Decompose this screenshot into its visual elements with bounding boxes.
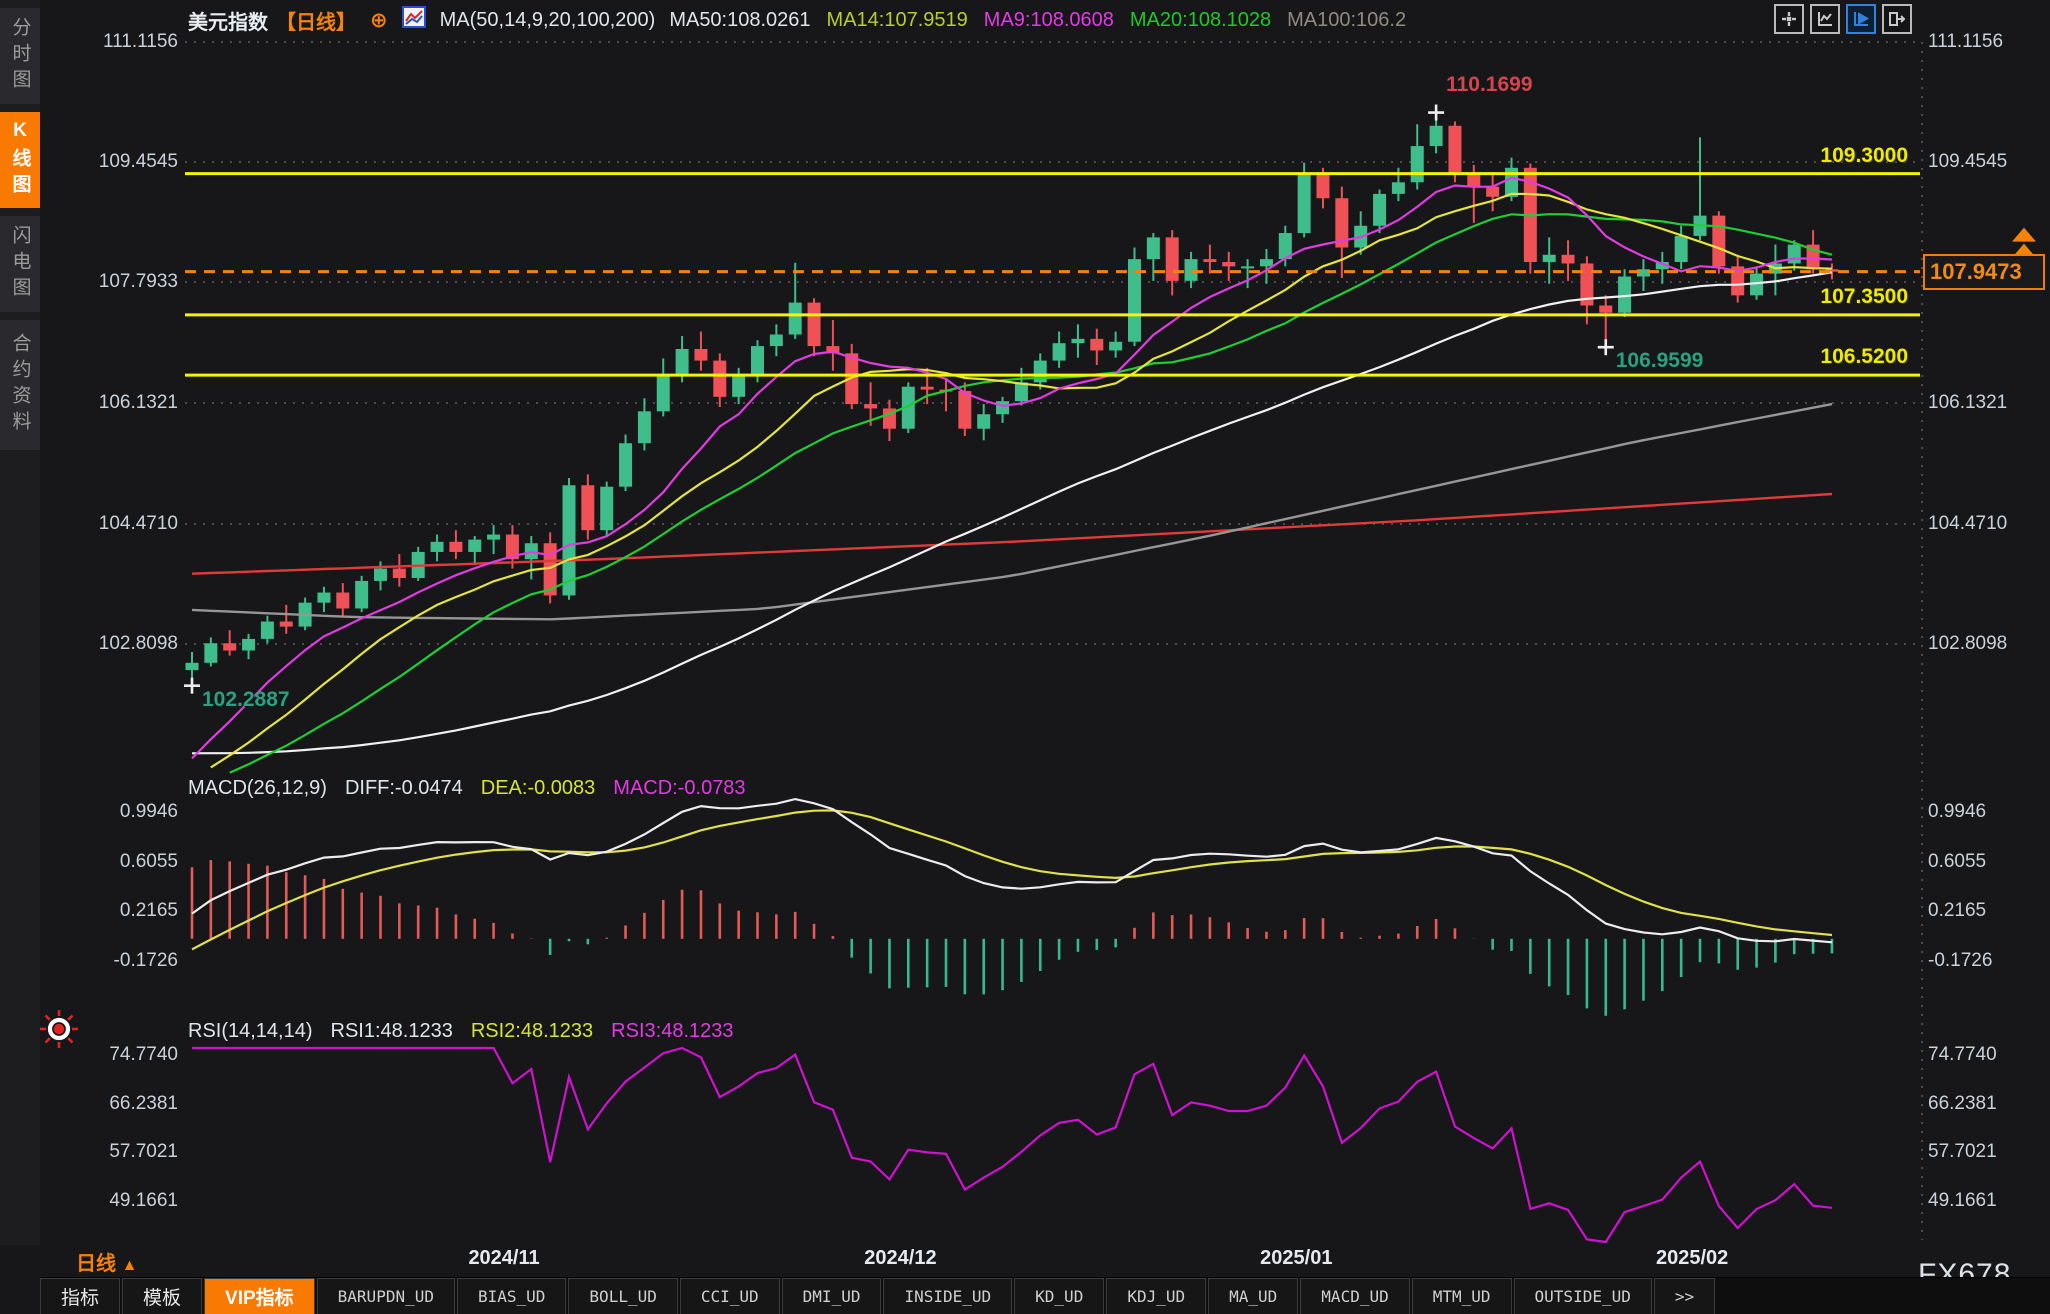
extreme-cross-marker bbox=[184, 678, 200, 694]
period-selector[interactable]: 日线 ▲ bbox=[76, 1247, 137, 1276]
current-price-box: 107.9473 bbox=[1923, 254, 2045, 290]
toolbar-button-1[interactable]: 指标 bbox=[40, 1278, 120, 1314]
macd-values-1: DIFF:-0.0474 bbox=[345, 777, 463, 800]
rsi-values-2: RSI2:48.1233 bbox=[471, 1020, 593, 1043]
period-selector-label: 日线 bbox=[76, 1253, 116, 1275]
macd-title: MACD(26,12,9) bbox=[188, 777, 327, 800]
record-marker-icon[interactable] bbox=[38, 1008, 80, 1050]
macd-values: DIFF:-0.0474 DEA:-0.0083 MACD:-0.0783 bbox=[345, 777, 746, 800]
toolbar-button-12[interactable]: MA_UD bbox=[1208, 1278, 1298, 1314]
macd-values-2: DEA:-0.0083 bbox=[481, 777, 596, 800]
toolbar-button-7[interactable]: CCI_UD bbox=[680, 1278, 780, 1314]
current-price-value: 107.9473 bbox=[1930, 259, 2022, 285]
toolbar-button-5[interactable]: BIAS_UD bbox=[457, 1278, 566, 1314]
app-window: 分时图K线图闪电图合约资料 美元指数 【日线】 ⊕ MA(50,14,9,20,… bbox=[0, 0, 2050, 1314]
toolbar-button-9[interactable]: INSIDE_UD bbox=[883, 1278, 1012, 1314]
toolbar-button-3[interactable]: VIP指标 bbox=[204, 1278, 315, 1314]
rsi-values: RSI1:48.1233 RSI2:48.1233 RSI3:48.1233 bbox=[331, 1020, 734, 1043]
rsi-header: RSI(14,14,14) RSI1:48.1233RSI2:48.1233RS… bbox=[188, 1020, 734, 1043]
ma200-line bbox=[192, 494, 1832, 574]
candles-layer bbox=[186, 111, 1839, 682]
extreme-cross-marker bbox=[1428, 105, 1444, 121]
toolbar-button-6[interactable]: BOLL_UD bbox=[568, 1278, 677, 1314]
macd-header: MACD(26,12,9) DIFF:-0.0474 DEA:-0.0083 MAC… bbox=[188, 777, 746, 800]
toolbar-button-15[interactable]: OUTSIDE_UD bbox=[1514, 1278, 1652, 1314]
rsi-title: RSI(14,14,14) bbox=[188, 1020, 313, 1043]
toolbar-button-11[interactable]: KDJ_UD bbox=[1106, 1278, 1206, 1314]
ma50-line bbox=[192, 272, 1832, 753]
toolbar-button-10[interactable]: KD_UD bbox=[1014, 1278, 1104, 1314]
price-up-arrow-top bbox=[2012, 228, 2036, 242]
extreme-cross-marker bbox=[1598, 339, 1614, 355]
toolbar-button-16[interactable]: >> bbox=[1654, 1278, 1715, 1314]
rsi-line bbox=[192, 1048, 1832, 1242]
macd-values-3: MACD:-0.0783 bbox=[613, 777, 745, 800]
period-selector-arrow: ▲ bbox=[122, 1257, 138, 1274]
bottom-toolbar: 指标模板VIP指标BARUPDN_UDBIAS_UDBOLL_UDCCI_UDD… bbox=[40, 1277, 2050, 1314]
toolbar-button-2[interactable]: 模板 bbox=[122, 1278, 202, 1314]
toolbar-button-4[interactable]: BARUPDN_UD bbox=[317, 1278, 455, 1314]
macd-histogram bbox=[192, 860, 1832, 1016]
toolbar-button-14[interactable]: MTM_UD bbox=[1412, 1278, 1512, 1314]
chart-canvas[interactable] bbox=[0, 0, 2050, 1314]
rsi-values-1: RSI1:48.1233 bbox=[331, 1020, 453, 1043]
ma100-line bbox=[192, 404, 1832, 619]
toolbar-button-8[interactable]: DMI_UD bbox=[782, 1278, 882, 1314]
rsi-values-3: RSI3:48.1233 bbox=[611, 1020, 733, 1043]
toolbar-button-13[interactable]: MACD_UD bbox=[1300, 1278, 1409, 1314]
